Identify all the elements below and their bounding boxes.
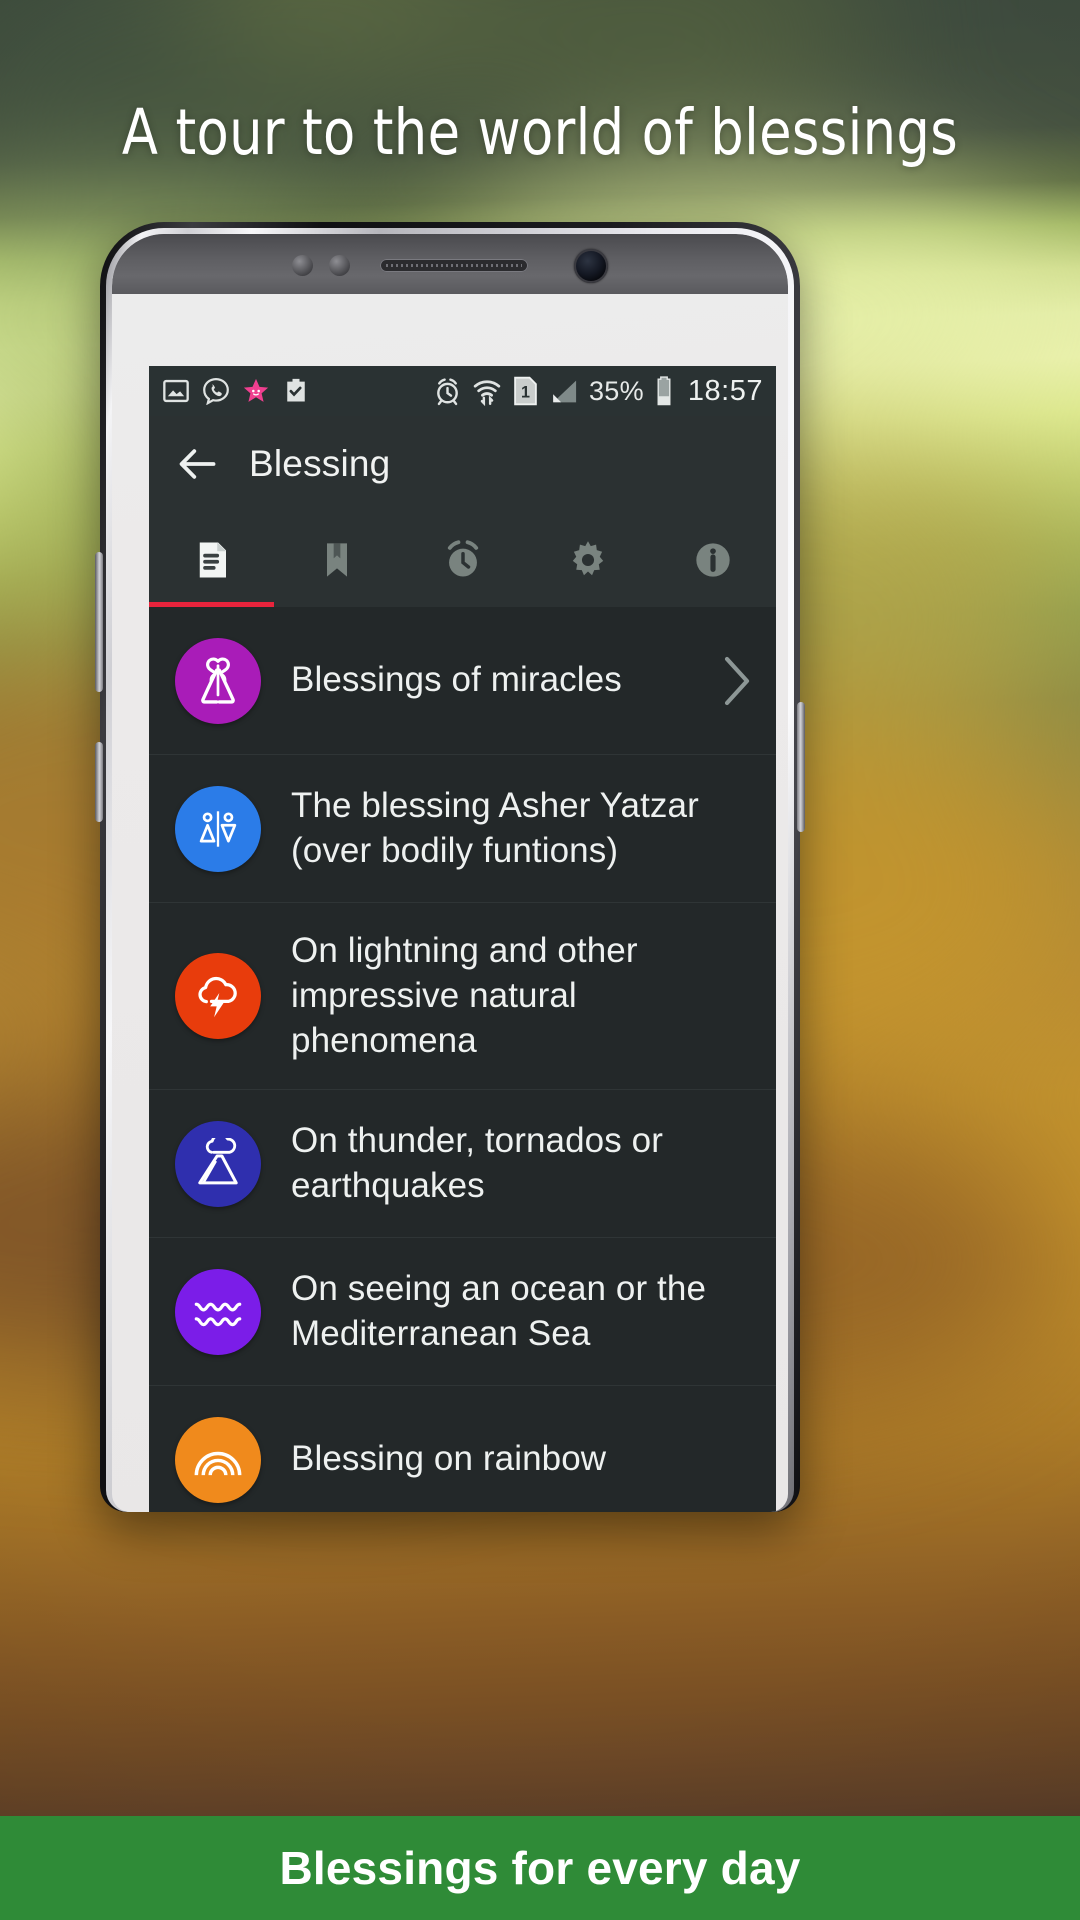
list-item-label: On lightning and other impressive natura…	[291, 931, 638, 1060]
phone-screen: 1 35% 18:57 Blessing Blessings of miracl…	[149, 366, 776, 1512]
document-list-icon	[199, 542, 226, 577]
status-bar: 1 35% 18:57	[149, 366, 776, 416]
image-icon	[163, 379, 189, 403]
list-item-icon-bubble	[175, 637, 261, 724]
page-title: Blessing	[249, 443, 391, 484]
restroom-icon	[199, 810, 237, 847]
list-item-icon-bubble	[175, 785, 261, 872]
bottom-banner: Blessings for every day	[0, 1816, 1080, 1920]
phone-mockup: 1 35% 18:57 Blessing Blessings of miracl…	[95, 222, 805, 1512]
clipboard-check-icon	[287, 378, 305, 402]
phone-top-bezel	[112, 234, 788, 294]
app-bar: Blessing	[149, 416, 776, 512]
tab-blessings-list[interactable]	[149, 512, 274, 607]
battery-percent-label: 35%	[588, 375, 644, 406]
star-icon	[243, 378, 269, 402]
list-item-icon-bubble	[175, 1120, 261, 1207]
praying-hands-icon	[201, 656, 235, 704]
tab-settings[interactable]	[525, 512, 650, 607]
bookmark-icon	[327, 542, 348, 577]
list-item-label: On seeing an ocean or the Mediterranean …	[291, 1269, 707, 1353]
signal-icon	[553, 380, 577, 402]
list-item-label: On thunder, tornados or earthquakes	[291, 1121, 663, 1205]
list-item-icon-bubble	[175, 1268, 261, 1355]
front-camera-icon	[574, 249, 608, 283]
cloud-lightning-icon	[198, 977, 237, 1018]
headline-text: A tour to the world of blessings	[121, 96, 959, 169]
clock-label: 18:57	[687, 374, 763, 407]
status-bar-system: 1 35% 18:57	[433, 375, 763, 408]
waves-icon	[194, 1302, 242, 1327]
viber-icon	[203, 377, 229, 405]
list-item-label: The blessing Asher Yatzar (over bodily f…	[291, 785, 699, 870]
list-item-label: Blessings of miracles	[291, 660, 622, 700]
blessings-list: Blessings of miracles The blessing Asher…	[149, 607, 776, 1512]
phone-volume-up-button	[95, 552, 103, 692]
light-sensor-icon	[329, 255, 350, 276]
alarm-icon	[437, 377, 458, 405]
info-icon	[696, 542, 730, 577]
phone-power-button	[797, 702, 805, 832]
earpiece-speaker-icon	[380, 259, 528, 272]
list-item-label: Blessing on rainbow	[291, 1439, 607, 1479]
tab-bar	[149, 512, 776, 607]
sim-1-icon: 1	[514, 376, 537, 406]
phone-front-panel: 1 35% 18:57 Blessing Blessings of miracl…	[112, 234, 788, 1512]
list-item[interactable]: The blessing Asher Yatzar (over bodily f…	[149, 755, 776, 903]
status-bar-notifications	[162, 377, 310, 405]
list-item-icon-bubble	[175, 953, 261, 1040]
wifi-icon	[473, 379, 501, 406]
rainbow-icon	[194, 1451, 242, 1476]
list-item[interactable]: Blessing on rainbow	[149, 1386, 776, 1512]
list-item[interactable]: Blessings of miracles	[149, 607, 776, 755]
alarm-clock-icon	[447, 539, 478, 576]
tab-bookmarks[interactable]	[274, 512, 399, 607]
volcano-icon	[198, 1137, 238, 1185]
tab-reminders[interactable]	[400, 512, 525, 607]
battery-icon	[657, 376, 671, 406]
arrow-left-icon[interactable]	[175, 442, 219, 486]
proximity-sensor-icon	[292, 255, 313, 276]
svg-text:1: 1	[521, 383, 530, 401]
list-item-icon-bubble	[175, 1416, 261, 1503]
list-item[interactable]: On thunder, tornados or earthquakes	[149, 1090, 776, 1239]
gear-icon	[572, 540, 604, 575]
bottom-banner-text: Blessings for every day	[279, 1842, 801, 1894]
tab-about[interactable]	[651, 512, 776, 607]
active-tab-indicator	[149, 602, 275, 607]
phone-volume-down-button	[95, 742, 103, 822]
list-item[interactable]: On seeing an ocean or the Mediterranean …	[149, 1238, 776, 1387]
chevron-right-icon	[724, 656, 750, 705]
list-item[interactable]: On lightning and other impressive natura…	[149, 903, 776, 1091]
